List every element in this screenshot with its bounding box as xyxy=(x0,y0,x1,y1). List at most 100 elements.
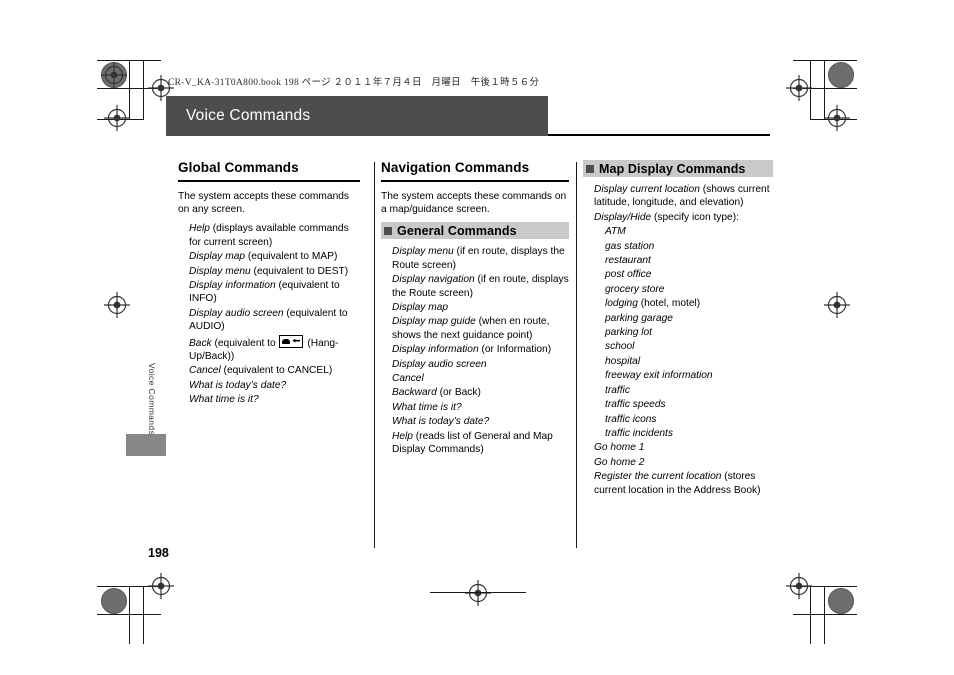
subsection-heading-map-display: Map Display Commands xyxy=(599,161,746,176)
voice-command-phrase: Help xyxy=(189,223,210,235)
crop-line xyxy=(824,586,825,644)
registration-dot xyxy=(101,62,127,88)
command-list-item: What time is it? xyxy=(178,393,360,406)
command-list-general: Display menu (if en route, displays the … xyxy=(381,245,569,456)
voice-command-phrase: parking lot xyxy=(605,327,653,339)
command-list-map-display: Display current location (shows current … xyxy=(583,183,773,497)
command-list-item: Help (reads list of General and Map Disp… xyxy=(381,430,569,457)
command-list-item: parking lot xyxy=(583,326,773,339)
heading-underline xyxy=(178,180,360,182)
side-tab-marker xyxy=(126,434,166,456)
voice-command-phrase: parking garage xyxy=(605,312,673,324)
command-list-item: grocery store xyxy=(583,283,773,296)
command-list-item: school xyxy=(583,340,773,353)
page-number: 198 xyxy=(148,546,169,560)
column-divider xyxy=(576,162,577,548)
section-heading-global: Global Commands xyxy=(178,160,299,175)
registration-dot xyxy=(828,588,854,614)
command-list-item: What is today’s date? xyxy=(178,379,360,392)
command-list-item: Help (displays available commands for cu… xyxy=(178,222,360,249)
command-list-item: restaurant xyxy=(583,254,773,267)
command-list-item: traffic incidents xyxy=(583,427,773,440)
voice-command-phrase: Display map xyxy=(189,251,246,263)
square-bullet-icon xyxy=(586,164,594,173)
voice-command-phrase: Cancel xyxy=(392,373,424,385)
voice-command-phrase: lodging xyxy=(605,298,638,310)
voice-command-phrase: Display audio screen xyxy=(392,358,487,370)
crop-line xyxy=(810,60,811,120)
registration-target-icon xyxy=(786,75,812,101)
crop-line xyxy=(97,119,143,120)
command-list-item: traffic speeds xyxy=(583,398,773,411)
command-list-item: hospital xyxy=(583,355,773,368)
crop-line xyxy=(793,614,857,615)
voice-command-phrase: traffic icons xyxy=(605,413,657,425)
command-list-item: Display information (equivalent to INFO) xyxy=(178,279,360,306)
voice-command-phrase: Display navigation xyxy=(392,274,475,286)
voice-command-phrase: traffic xyxy=(605,384,630,396)
command-list-item: post office xyxy=(583,268,773,281)
voice-command-phrase: Display menu xyxy=(189,265,251,277)
command-note: (reads list of General and Map Display C… xyxy=(392,430,553,456)
voice-command-phrase: freeway exit information xyxy=(605,370,713,382)
voice-command-phrase: Go home 2 xyxy=(594,456,645,468)
command-note: (equivalent to MAP) xyxy=(245,251,338,263)
command-list-item: Display audio screen (equivalent to AUDI… xyxy=(178,307,360,334)
command-list-item: Display navigation (if en route, display… xyxy=(381,273,569,300)
command-list-item: Display menu (if en route, displays the … xyxy=(381,245,569,272)
title-rule xyxy=(548,134,770,136)
command-note: (or Back) xyxy=(436,387,481,399)
voice-command-phrase: Display current location xyxy=(594,184,700,195)
command-list-item: Display/Hide (specify icon type): xyxy=(583,211,773,224)
crop-line xyxy=(430,592,526,593)
command-list-item: Register the current location (stores cu… xyxy=(583,470,773,497)
command-list-item: Display current location (shows current … xyxy=(583,183,773,210)
command-list-item: gas station xyxy=(583,240,773,253)
voice-command-phrase: ATM xyxy=(605,226,626,238)
print-file-header: CR-V_KA-31T0A800.book 198 ページ ２０１１年７月４日 … xyxy=(168,78,540,88)
voice-command-phrase: gas station xyxy=(605,240,655,252)
crop-line xyxy=(793,88,857,89)
voice-command-phrase: school xyxy=(605,341,635,353)
voice-command-phrase: Display map xyxy=(392,302,449,314)
crop-line xyxy=(810,119,857,120)
section-navigation-commands: Navigation Commands The system accepts t… xyxy=(381,160,569,458)
registration-target-icon xyxy=(786,573,812,599)
section-global-commands: Global Commands The system accepts these… xyxy=(178,160,360,408)
crop-line xyxy=(793,60,857,61)
running-head-vertical: Voice Commands xyxy=(147,363,157,436)
subsection-band-general-commands: General Commands xyxy=(381,222,569,240)
voice-command-phrase: Display/Hide xyxy=(594,211,652,223)
subsection-band-map-display-commands: Map Display Commands xyxy=(583,160,773,177)
voice-command-phrase: Display information xyxy=(189,280,276,292)
square-bullet-icon xyxy=(384,226,392,235)
registration-target-icon xyxy=(148,573,174,599)
command-list-item: Backward (or Back) xyxy=(381,386,569,399)
crop-line xyxy=(143,60,144,120)
command-list-item: Display audio screen xyxy=(381,358,569,371)
command-list-item: Display map guide (when en route, shows … xyxy=(381,315,569,342)
command-list-item: What is today’s date? xyxy=(381,415,569,428)
crop-line xyxy=(129,60,130,120)
subsection-heading-general: General Commands xyxy=(397,223,517,238)
registration-target-icon xyxy=(101,62,127,88)
voice-command-phrase: restaurant xyxy=(605,255,651,267)
section-intro-navigation: The system accepts these commands on a m… xyxy=(381,190,567,215)
crop-line xyxy=(824,60,825,120)
command-list-item: Display map xyxy=(381,301,569,314)
crop-line xyxy=(97,60,161,61)
voice-command-phrase: hospital xyxy=(605,355,641,367)
command-list-item: ATM xyxy=(583,225,773,238)
section-heading-navigation: Navigation Commands xyxy=(381,160,530,175)
command-list-item: Cancel (equivalent to CANCEL) xyxy=(178,364,360,377)
crop-line xyxy=(129,586,130,644)
command-list-item: Display map (equivalent to MAP) xyxy=(178,250,360,263)
registration-target-icon xyxy=(824,292,850,318)
voice-command-phrase: Cancel xyxy=(189,365,221,377)
section-intro-global: The system accepts these commands on any… xyxy=(178,190,349,215)
command-note: (specify icon type): xyxy=(651,211,739,223)
registration-dot xyxy=(101,588,127,614)
crop-line xyxy=(97,586,161,587)
command-list-item: traffic xyxy=(583,384,773,397)
crop-line xyxy=(97,614,161,615)
